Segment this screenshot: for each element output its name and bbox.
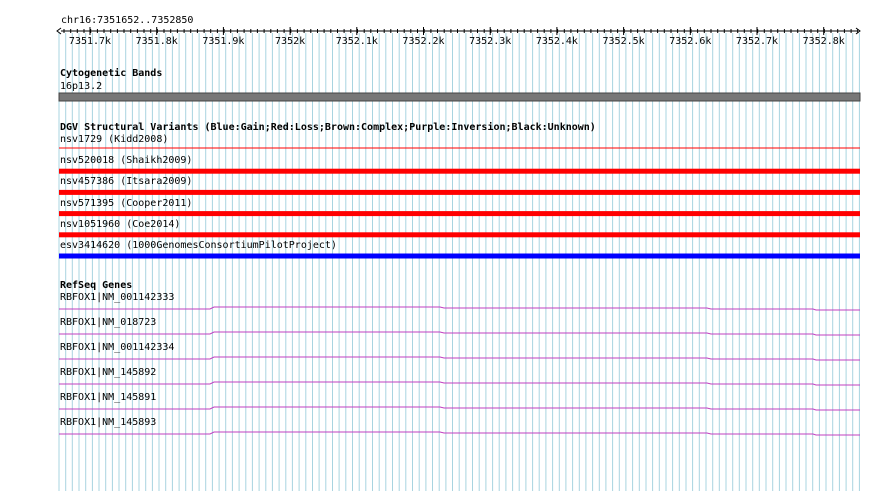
variant-label[interactable]: nsv571395 (Cooper2011) — [60, 198, 192, 209]
cytoband-bar[interactable] — [58, 92, 861, 102]
ruler-tick-label: 7352.6k — [669, 36, 711, 47]
ruler-tick-label: 7352.8k — [803, 36, 845, 47]
ruler-tick-label: 7351.7k — [69, 36, 111, 47]
ruler-tick-label: 7351.8k — [136, 36, 178, 47]
variant-feature[interactable] — [59, 211, 860, 217]
variant-label[interactable]: esv3414620 (1000GenomesConsortiumPilotPr… — [60, 240, 337, 251]
gene-label[interactable]: RBFOX1|NM_145891 — [60, 392, 156, 403]
variant-feature[interactable] — [59, 189, 860, 195]
ruler-tick-label: 7352.3k — [469, 36, 511, 47]
gene-label[interactable]: RBFOX1|NM_001142333 — [60, 292, 174, 303]
region-label: chr16:7351652..7352850 — [61, 15, 194, 26]
refseq-track-title[interactable]: RefSeq Genes — [60, 280, 132, 291]
genome-browser-view: 7351.7k 7351.8k 7351.9k 7352k 7352.1k 7352.2k… — [0, 0, 890, 491]
ruler-left-arrow — [56, 27, 62, 35]
gene-label[interactable]: RBFOX1|NM_145893 — [60, 417, 156, 428]
variant-feature[interactable] — [59, 253, 860, 259]
gene-label[interactable]: RBFOX1|NM_145892 — [60, 367, 156, 378]
ruler-tick-label: 7351.9k — [202, 36, 244, 47]
variant-feature[interactable] — [59, 168, 860, 174]
gene-label[interactable]: RBFOX1|NM_018723 — [60, 317, 156, 328]
variant-label[interactable]: nsv1051960 (Coe2014) — [60, 219, 180, 230]
ruler-tick-label: 7352.4k — [536, 36, 578, 47]
ruler-tick-label: 7352k — [275, 36, 305, 47]
variant-label[interactable]: nsv520018 (Shaikh2009) — [60, 155, 192, 166]
variant-label[interactable]: nsv457386 (Itsara2009) — [60, 176, 192, 187]
dgv-track-title[interactable]: DGV Structural Variants (Blue:Gain;Red:L… — [60, 122, 596, 133]
gene-label[interactable]: RBFOX1|NM_001142334 — [60, 342, 174, 353]
variant-feature[interactable] — [59, 232, 860, 238]
cytoband-label: 16p13.2 — [60, 81, 103, 92]
ruler-tick-label: 7352.1k — [336, 36, 378, 47]
cytoband-track-title[interactable]: Cytogenetic Bands — [60, 68, 162, 79]
variant-label[interactable]: nsv1729 (Kidd2008) — [60, 134, 168, 145]
ruler-tick-label: 7352.2k — [402, 36, 444, 47]
ruler-tick-label: 7352.5k — [603, 36, 645, 47]
ruler-tick-label: 7352.7k — [736, 36, 778, 47]
